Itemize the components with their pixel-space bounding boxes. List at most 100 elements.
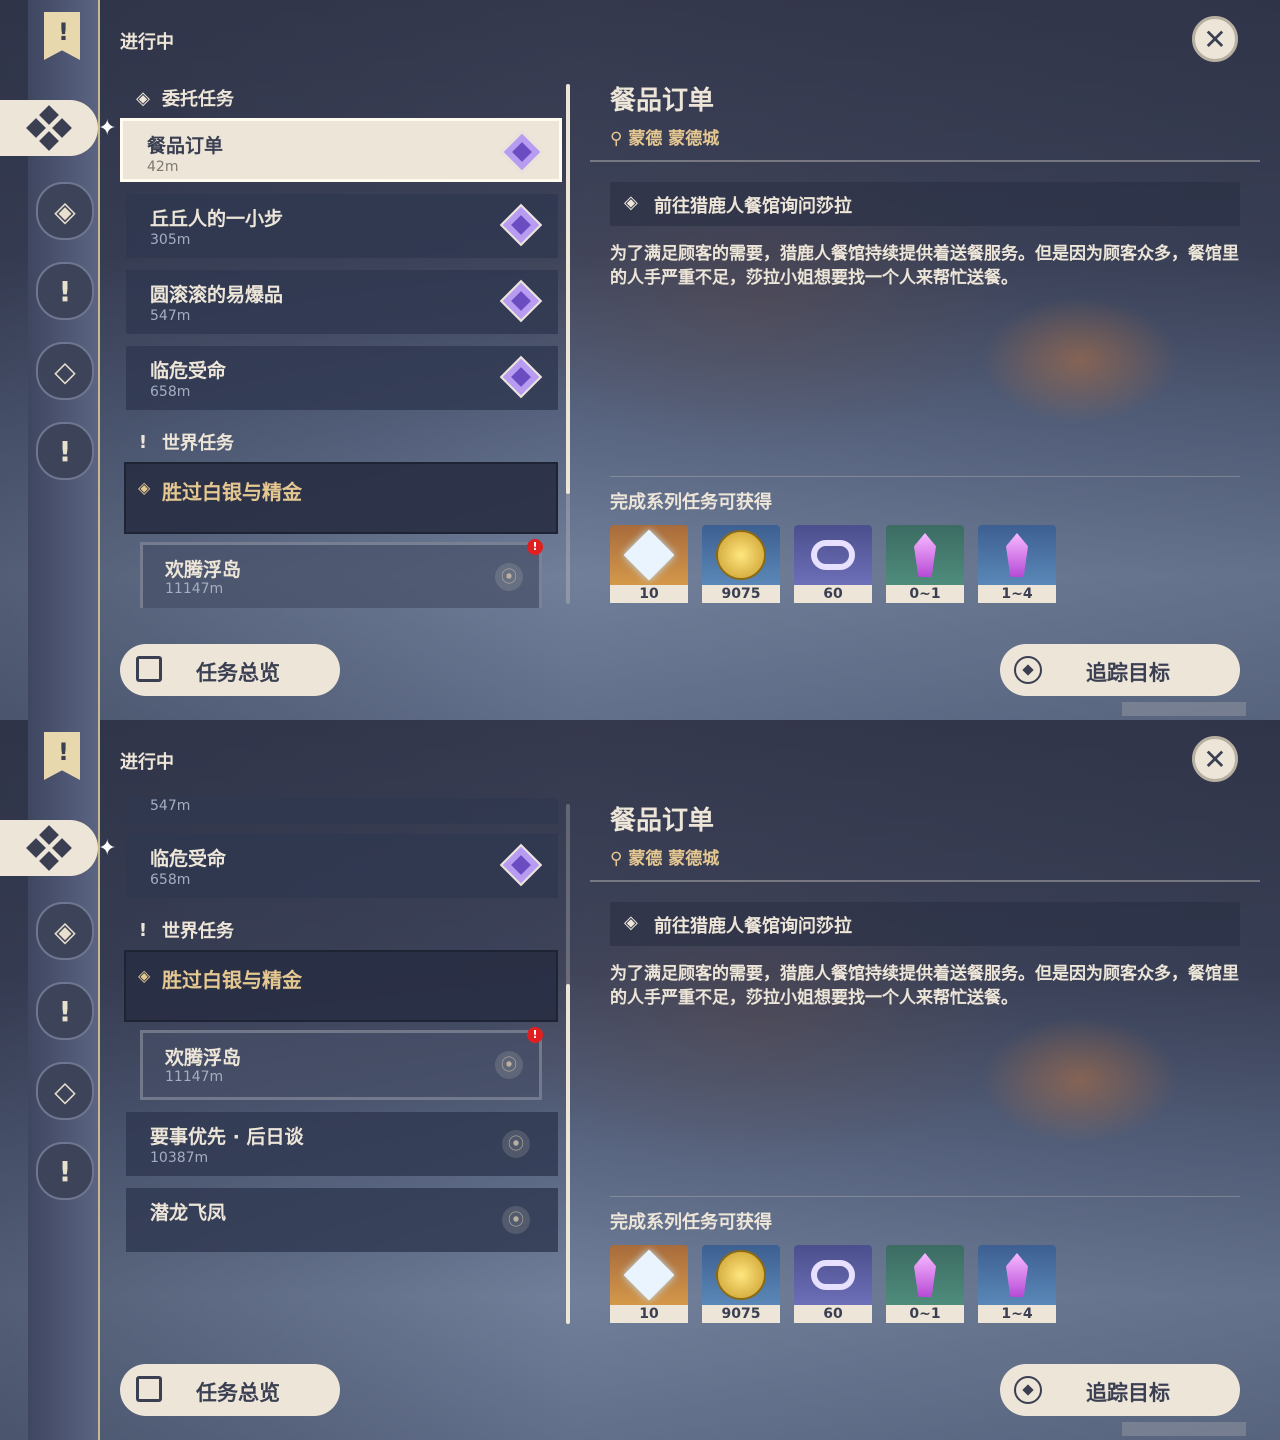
- category-commission: ◈ 委托任务: [118, 78, 564, 118]
- reward-crystal-cluster[interactable]: 1~4: [978, 1245, 1056, 1323]
- quest-scroll-icon[interactable]: !: [44, 12, 80, 60]
- commission-badge-icon: [499, 355, 543, 399]
- reward-qty: 1~4: [978, 1305, 1056, 1323]
- crystal-cluster-icon: [1006, 1253, 1028, 1297]
- detail-title: 餐品订单: [610, 86, 715, 116]
- track-target-button[interactable]: 追踪目标: [1000, 1364, 1240, 1416]
- objective-diamond-icon: ◈: [624, 192, 638, 213]
- location-label: 蒙德 蒙德城: [628, 129, 720, 149]
- quest-item[interactable]: 丘丘人的一小步 305m: [126, 194, 558, 258]
- commission-badge-icon: [499, 279, 543, 323]
- world-quest-diamond-icon: ◈: [138, 478, 151, 497]
- quest-item[interactable]: 圆滚滚的易爆品 547m: [126, 270, 558, 334]
- adventure-exp-icon: [811, 540, 855, 570]
- quest-scroll-icon[interactable]: !: [44, 732, 80, 780]
- exclamation-icon[interactable]: !: [36, 1142, 94, 1200]
- reward-mora[interactable]: 9075: [702, 1245, 780, 1323]
- track-diamond-icon: [1014, 1376, 1042, 1404]
- quest-name: 餐品订单: [147, 135, 224, 157]
- story-quest-icon[interactable]: ◇: [36, 342, 94, 400]
- quest-book-icon: [136, 1376, 162, 1402]
- world-quest-subitem[interactable]: 欢腾浮岛 11147m ! ⦿: [140, 1027, 543, 1100]
- quest-item[interactable]: 要事优先 · 后日谈 10387m ⦿: [126, 1112, 558, 1176]
- close-button[interactable]: ✕: [1192, 16, 1238, 62]
- exclamation-icon[interactable]: !: [36, 422, 94, 480]
- quest-distance: 547m: [150, 798, 191, 814]
- reward-crystal-chunk[interactable]: 0~1: [886, 525, 964, 603]
- world-quest-subitem[interactable]: 欢腾浮岛 11147m ! ⦿: [140, 539, 543, 608]
- world-quest-group[interactable]: ◈ 胜过白银与精金: [124, 950, 558, 1022]
- story-quest-icon[interactable]: ◇: [36, 1062, 94, 1120]
- quest-list-scrollbar[interactable]: [566, 84, 570, 604]
- detail-title: 餐品订单: [610, 806, 715, 836]
- reward-primogem[interactable]: 10: [610, 1245, 688, 1323]
- quest-item[interactable]: 临危受命 658m: [126, 834, 558, 898]
- world-quest-category-icon: !: [138, 431, 148, 453]
- quest-item[interactable]: 临危受命 658m: [126, 346, 558, 410]
- reward-qty: 0~1: [886, 1305, 964, 1323]
- commission-tab-active[interactable]: [0, 100, 98, 156]
- divider: [590, 880, 1260, 882]
- reward-adventure-exp[interactable]: 60: [794, 1245, 872, 1323]
- commission-category-icon: ◈: [136, 87, 150, 109]
- category-world: ! 世界任务: [118, 910, 564, 950]
- quest-description: 为了满足顾客的需要，猎鹿人餐馆持续提供着送餐服务。但是因为顾客众多，餐馆里的人手…: [610, 964, 1239, 1008]
- quest-distance: 658m: [150, 384, 191, 400]
- world-quest-name: 胜过白银与精金: [162, 968, 302, 992]
- location-pin-icon[interactable]: ⦿: [495, 563, 523, 591]
- quest-list: 547m 临危受命 658m ! 世界任务 ◈ 胜过白银与精金 欢腾浮岛 111…: [118, 798, 564, 1328]
- detail-location: ⚲ 蒙德 蒙德城: [610, 844, 719, 869]
- divider: [610, 476, 1240, 477]
- reward-primogem[interactable]: 10: [610, 525, 688, 603]
- commission-icon: [26, 825, 72, 871]
- rewards-title: 完成系列任务可获得: [610, 1212, 772, 1233]
- category-label: 世界任务: [162, 921, 234, 942]
- quest-distance: 658m: [150, 872, 191, 888]
- quest-distance: 305m: [150, 232, 191, 248]
- pin-icon: ⚲: [610, 129, 629, 149]
- scrollbar-thumb[interactable]: [566, 984, 570, 1324]
- quest-screen-top: ! ◈ ! ◇ ! ✦ 进行中 ✕ ◈ 委托任务 餐品订单 42m 丘丘人的一小…: [0, 0, 1280, 720]
- commission-badge-icon: [499, 843, 543, 887]
- reward-qty: 10: [610, 1305, 688, 1323]
- close-button[interactable]: ✕: [1192, 736, 1238, 782]
- reward-mora[interactable]: 9075: [702, 525, 780, 603]
- quest-item-partial[interactable]: 547m: [126, 798, 558, 824]
- track-target-button[interactable]: 追踪目标: [1000, 644, 1240, 696]
- objective-row: ◈ 前往猎鹿人餐馆询问莎拉: [610, 902, 1240, 946]
- divider: [610, 1196, 1240, 1197]
- quest-item-selected[interactable]: 餐品订单 42m: [120, 118, 562, 182]
- objective-row: ◈ 前往猎鹿人餐馆询问莎拉: [610, 182, 1240, 226]
- scrollbar-thumb[interactable]: [566, 84, 570, 494]
- world-quest-icon[interactable]: !: [36, 262, 94, 320]
- world-quest-diamond-icon: ◈: [138, 966, 151, 985]
- commission-icon: [26, 105, 72, 151]
- commission-tab-active[interactable]: [0, 820, 98, 876]
- quest-overview-button[interactable]: 任务总览: [120, 1364, 340, 1416]
- quest-list-scrollbar[interactable]: [566, 804, 570, 1324]
- quest-distance: 10387m: [150, 1150, 209, 1166]
- reward-crystal-chunk[interactable]: 0~1: [886, 1245, 964, 1323]
- reward-qty: 1~4: [978, 585, 1056, 603]
- detail-location: ⚲ 蒙德 蒙德城: [610, 124, 719, 149]
- archon-quest-icon[interactable]: ◈: [36, 902, 94, 960]
- location-pin-icon[interactable]: ⦿: [495, 1051, 523, 1079]
- location-pin-icon[interactable]: ⦿: [502, 1130, 530, 1158]
- world-quest-category-icon: !: [138, 919, 148, 941]
- quest-distance: 11147m: [165, 1069, 224, 1085]
- sparkle-icon: ✦: [98, 116, 117, 141]
- world-quest-icon[interactable]: !: [36, 982, 94, 1040]
- quest-item[interactable]: 潜龙飞凤 ⦿: [126, 1188, 558, 1252]
- location-pin-icon[interactable]: ⦿: [502, 1206, 530, 1234]
- mora-icon: [716, 530, 766, 580]
- reward-crystal-cluster[interactable]: 1~4: [978, 525, 1056, 603]
- reward-adventure-exp[interactable]: 60: [794, 525, 872, 603]
- objective-text: 前往猎鹿人餐馆询问莎拉: [654, 196, 852, 217]
- primogem-icon: [623, 1249, 675, 1301]
- button-label: 任务总览: [196, 1381, 280, 1405]
- world-quest-group[interactable]: ◈ 胜过白银与精金: [124, 462, 558, 534]
- quest-overview-button[interactable]: 任务总览: [120, 644, 340, 696]
- archon-quest-icon[interactable]: ◈: [36, 182, 94, 240]
- quest-name: 欢腾浮岛: [165, 559, 242, 581]
- reward-qty: 60: [794, 585, 872, 603]
